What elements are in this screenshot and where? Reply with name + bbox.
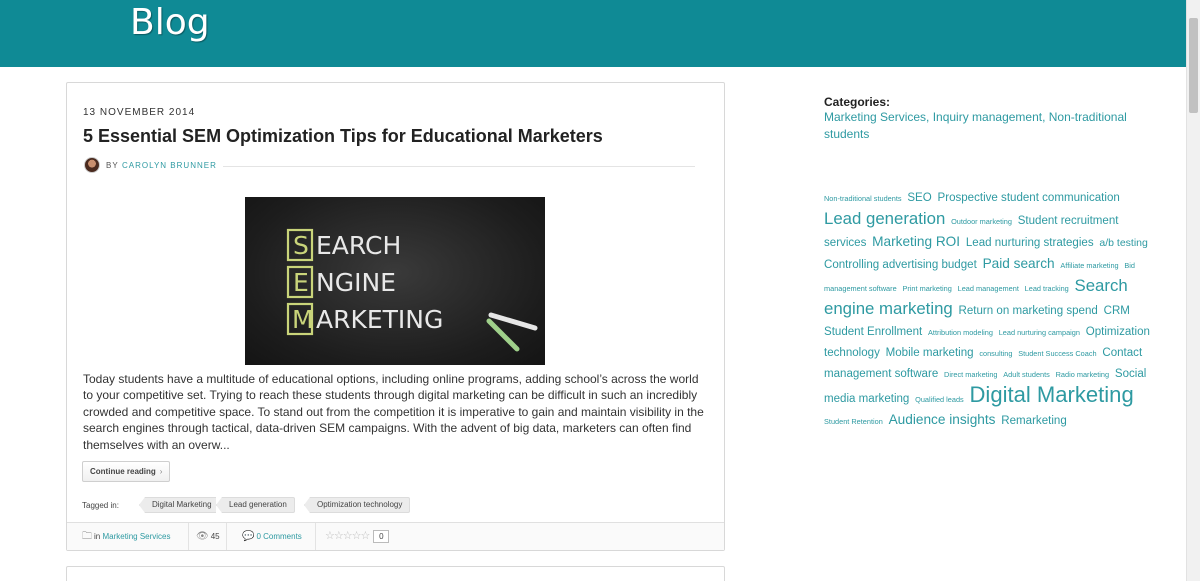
page-title: Blog <box>130 2 210 43</box>
tag-cloud-link[interactable]: Prospective student communication <box>938 192 1120 204</box>
categories-links[interactable]: Marketing Services, Inquiry management, … <box>824 109 1144 142</box>
author-link[interactable]: CAROLYN BRUNNER <box>122 161 217 170</box>
tag-cloud-link[interactable]: Lead nurturing campaign <box>999 328 1080 337</box>
tag-cloud-link[interactable]: Outdoor marketing <box>951 217 1012 226</box>
chevron-right-icon: › <box>159 467 163 476</box>
post-views-meta: 👁 45 <box>196 523 227 550</box>
comments-link[interactable]: 0 Comments <box>256 532 301 541</box>
post-title[interactable]: 5 Essential SEM Optimization Tips for Ed… <box>83 126 603 147</box>
eye-icon: 👁 <box>196 531 209 543</box>
author-avatar <box>84 157 100 173</box>
tag-cloud-link[interactable]: Mobile marketing <box>886 347 974 359</box>
chalk-pieces <box>486 312 538 352</box>
tag-cloud-link[interactable]: Return on marketing spend <box>959 305 1098 317</box>
blog-post-card: 13 NOVEMBER 2014 5 Essential SEM Optimiz… <box>66 82 725 551</box>
author-row: BY CAROLYN BRUNNER <box>83 156 695 176</box>
tag-cloud-link[interactable]: Audience insights <box>889 412 996 427</box>
tag-cloud-link[interactable]: Attribution modeling <box>928 328 993 337</box>
post-date: 13 NOVEMBER 2014 <box>83 107 196 118</box>
tag-cloud-link[interactable]: Qualified leads <box>915 395 964 404</box>
scrollbar-thumb[interactable] <box>1189 18 1198 113</box>
tag-cloud-link[interactable]: SEO <box>907 192 931 204</box>
post-category-meta: 🗀 in Marketing Services <box>82 523 189 550</box>
tag-cloud-link[interactable]: Student Success Coach <box>1018 349 1096 358</box>
post-featured-image[interactable]: S E M EARCH NGINE ARKETING <box>245 197 545 365</box>
sem-letter-s: S <box>293 231 309 260</box>
tag-cloud-link[interactable]: Student Retention <box>824 417 883 426</box>
tag-cloud-link[interactable]: Marketing ROI <box>872 234 960 249</box>
sem-line-search: EARCH <box>316 231 401 260</box>
tag-cloud-link[interactable]: Radio marketing <box>1056 370 1109 379</box>
views-count: 45 <box>210 532 220 541</box>
sem-line-engine: NGINE <box>316 268 396 297</box>
site-header: Blog <box>0 0 1186 67</box>
sem-letter-e: E <box>293 268 309 297</box>
post-comments-meta: 💬 0 Comments <box>242 523 316 550</box>
tag-lead-generation[interactable]: Lead generation <box>216 497 295 513</box>
sem-line-marketing: ARKETING <box>316 305 443 334</box>
continue-reading-button[interactable]: Continue reading › <box>82 461 171 482</box>
sem-letter-m: M <box>292 305 314 334</box>
category-link[interactable]: Marketing Services <box>102 532 170 541</box>
tag-cloud-link[interactable]: Lead generation <box>824 209 945 228</box>
tag-cloud-link[interactable]: Non-traditional students <box>824 194 902 203</box>
tag-cloud-link[interactable]: Lead nurturing strategies <box>966 237 1094 249</box>
continue-reading-label: Continue reading <box>90 467 156 476</box>
sem-chalkboard-graphic: S E M EARCH NGINE ARKETING <box>286 228 538 352</box>
tag-cloud: Non-traditional students SEO Prospective… <box>824 188 1159 432</box>
tag-cloud-link[interactable]: Affiliate marketing <box>1060 261 1118 270</box>
tag-cloud-link[interactable]: Student Enrollment <box>824 326 922 338</box>
tag-optimization-technology[interactable]: Optimization technology <box>304 497 411 513</box>
vertical-scrollbar[interactable] <box>1186 0 1200 581</box>
post-excerpt: Today students have a multitude of educa… <box>83 372 704 452</box>
tag-cloud-link[interactable]: Adult students <box>1003 370 1050 379</box>
tag-cloud-link[interactable]: Direct marketing <box>944 370 997 379</box>
next-post-card <box>66 566 725 581</box>
comment-icon: 💬 <box>242 531 255 543</box>
tagged-in-label: Tagged in: <box>82 501 119 510</box>
tag-cloud-link[interactable]: Lead management <box>958 284 1019 293</box>
post-meta-footer: 🗀 in Marketing Services 👁 45 💬 0 Comments ☆… <box>67 522 724 550</box>
star-rating-icon[interactable]: ☆☆☆☆☆ <box>325 530 370 542</box>
tag-cloud-link[interactable]: a/b testing <box>1099 237 1147 249</box>
tag-cloud-link[interactable]: Paid search <box>983 256 1055 271</box>
tag-cloud-link[interactable]: Print marketing <box>902 284 951 293</box>
tag-cloud-link[interactable]: Digital Marketing <box>970 382 1134 407</box>
tag-digital-marketing[interactable]: Digital Marketing <box>139 497 220 513</box>
tag-cloud-link[interactable]: Controlling advertising budget <box>824 259 977 271</box>
in-label: in <box>94 532 101 541</box>
categories-title: Categories: <box>824 95 891 109</box>
tag-cloud-link[interactable]: consulting <box>979 349 1012 358</box>
folder-icon: 🗀 <box>82 531 92 543</box>
rating-count: 0 <box>373 530 390 544</box>
tag-cloud-link[interactable]: Lead tracking <box>1025 284 1069 293</box>
tag-cloud-link[interactable]: Remarketing <box>1001 415 1066 427</box>
sidebar: Categories: Marketing Services, Inquiry … <box>824 95 1159 142</box>
by-label: BY <box>106 161 119 170</box>
tag-cloud-link[interactable]: CRM <box>1104 305 1130 317</box>
author-divider <box>223 166 695 167</box>
post-rating: ☆☆☆☆☆ 0 <box>325 523 407 550</box>
